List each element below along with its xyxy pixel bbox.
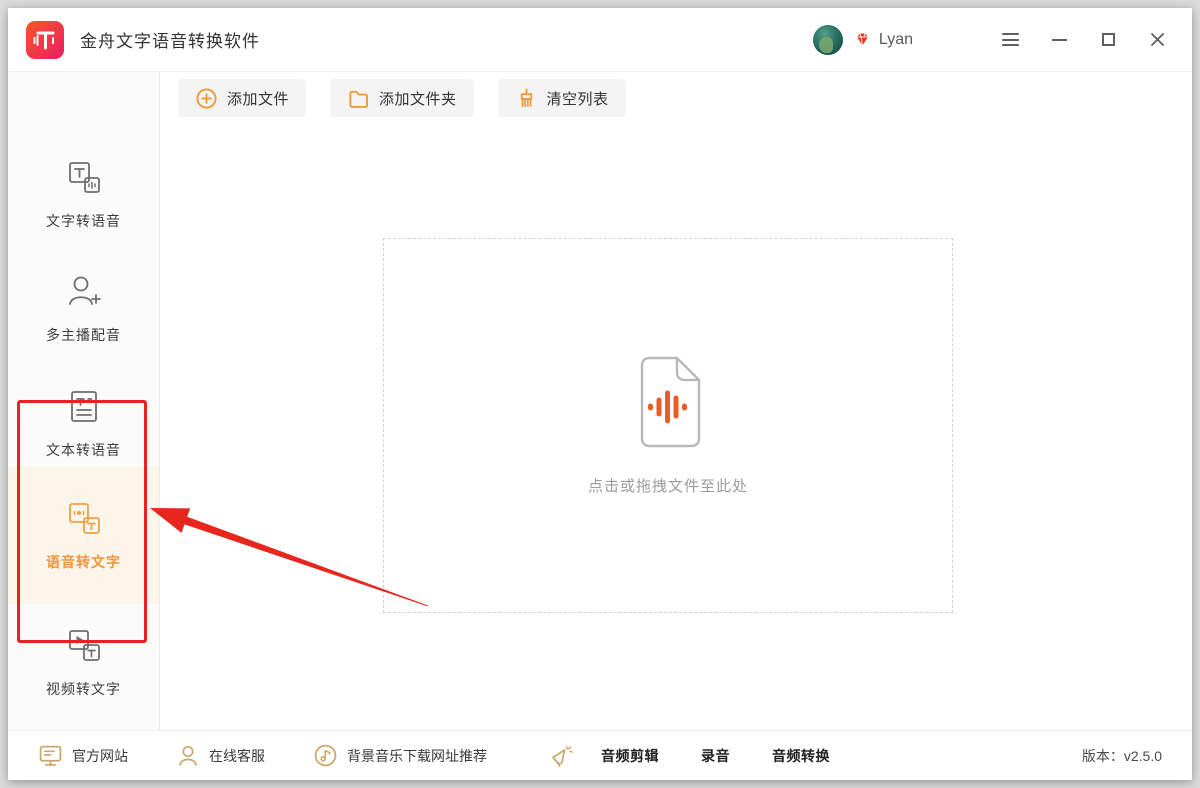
sidebar-item-label: 文本转语音 — [46, 440, 121, 460]
clear-list-button[interactable]: 清空列表 — [498, 79, 626, 117]
official-website-label: 官方网站 — [72, 746, 128, 766]
sidebar: 文字转语音 多主播配音 文本转语音 — [8, 72, 160, 730]
version-label: 版本：v2.5.0 — [1082, 746, 1162, 766]
app-logo-tts-icon — [26, 21, 64, 59]
add-folder-icon — [347, 87, 370, 110]
statusbar: 官方网站 在线客服 背景音乐下载网址推荐 音频剪辑 录音 音频转换 版本：v2.… — [8, 730, 1192, 780]
user-avatar[interactable] — [813, 25, 843, 55]
app-title: 金舟文字语音转换软件 — [80, 27, 260, 52]
close-icon[interactable] — [1148, 31, 1166, 49]
sidebar-item-speech-to-text[interactable]: 语音转文字 — [8, 466, 159, 604]
add-file-label: 添加文件 — [227, 88, 289, 109]
sidebar-item-label: 多主播配音 — [46, 325, 121, 345]
text-to-speech-icon — [64, 158, 104, 198]
titlebar: 金舟文字语音转换软件 Lyan — [8, 8, 1192, 72]
official-website-link[interactable]: 官方网站 — [38, 743, 128, 768]
online-support-label: 在线客服 — [209, 746, 265, 766]
music-note-icon — [313, 743, 338, 768]
speech-to-text-icon — [64, 499, 104, 539]
sidebar-item-multi-anchor-voice[interactable]: 多主播配音 — [8, 256, 159, 360]
toolbar: 添加文件 添加文件夹 清空列表 — [178, 79, 626, 117]
add-file-button[interactable]: 添加文件 — [178, 79, 306, 117]
window-controls — [1001, 31, 1166, 49]
megaphone-icon[interactable] — [549, 743, 575, 769]
sidebar-item-label: 语音转文字 — [46, 552, 121, 572]
sidebar-item-text-to-speech[interactable]: 文字转语音 — [8, 142, 159, 246]
username[interactable]: Lyan — [879, 31, 913, 49]
sidebar-item-document-to-speech[interactable]: 文本转语音 — [8, 371, 159, 475]
vip-gem-icon — [853, 30, 872, 49]
minimize-icon[interactable] — [1050, 31, 1068, 49]
document-to-speech-icon — [64, 387, 104, 427]
hamburger-menu-icon[interactable] — [1001, 31, 1019, 49]
bgm-download-link[interactable]: 背景音乐下载网址推荐 — [313, 743, 487, 768]
clear-list-broom-icon — [515, 87, 538, 110]
monitor-icon — [38, 743, 63, 768]
audio-file-icon — [628, 355, 708, 449]
dropzone-hint: 点击或拖拽文件至此处 — [588, 475, 748, 496]
add-folder-button[interactable]: 添加文件夹 — [330, 79, 474, 117]
support-person-icon — [176, 744, 200, 768]
video-to-text-icon — [64, 626, 104, 666]
main-content: 添加文件 添加文件夹 清空列表 — [160, 72, 1192, 730]
add-folder-label: 添加文件夹 — [379, 88, 457, 109]
online-support-link[interactable]: 在线客服 — [176, 744, 265, 768]
app-window: 金舟文字语音转换软件 Lyan — [8, 8, 1192, 780]
sidebar-item-video-to-text[interactable]: 视频转文字 — [8, 608, 159, 716]
audio-convert-link[interactable]: 音频转换 — [772, 746, 830, 766]
sidebar-item-label: 文字转语音 — [46, 211, 121, 231]
maximize-icon[interactable] — [1099, 31, 1117, 49]
file-dropzone[interactable]: 点击或拖拽文件至此处 — [383, 238, 953, 613]
clear-list-label: 清空列表 — [547, 88, 609, 109]
add-file-plus-icon — [195, 87, 218, 110]
multi-anchor-voice-icon — [64, 272, 104, 312]
sidebar-item-label: 视频转文字 — [46, 679, 121, 699]
recording-link[interactable]: 录音 — [701, 746, 730, 766]
audio-edit-link[interactable]: 音频剪辑 — [601, 746, 659, 766]
bgm-download-label: 背景音乐下载网址推荐 — [347, 746, 487, 766]
